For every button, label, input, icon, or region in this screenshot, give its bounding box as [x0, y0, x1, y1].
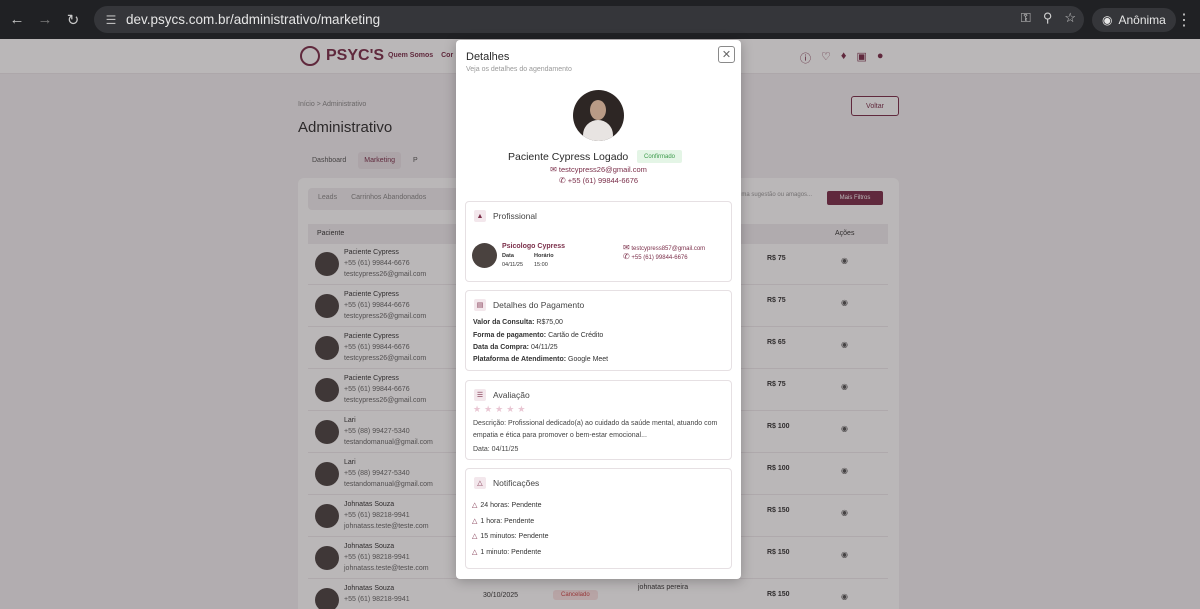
star-icon: ★ [506, 404, 515, 414]
payment-label: Data da Compra: [473, 344, 530, 351]
review-section: ☰ Avaliação ★ ★ ★ ★ ★ Descrição: Profiss… [465, 380, 732, 460]
receipt-icon: ▤ [474, 299, 486, 311]
browser-menu-icon[interactable]: ⋮ [1176, 10, 1192, 30]
professional-phone-text: +55 (61) 99844-6676 [631, 255, 688, 261]
payment-section: ▤ Detalhes do Pagamento Valor da Consult… [465, 290, 732, 371]
professional-avatar [472, 243, 497, 268]
close-icon[interactable]: ✕ [718, 46, 735, 63]
review-section-title: Avaliação [493, 390, 530, 400]
browser-toolbar: ← → ↻ ☰ dev.psycs.com.br/administrativo/… [0, 0, 1200, 39]
modal-title: Detalhes [466, 51, 510, 63]
time-label: Horário [534, 253, 554, 259]
address-url[interactable]: dev.psycs.com.br/administrativo/marketin… [126, 12, 380, 27]
professional-section: ▲ Profissional Psicologo Cypress Data Ho… [465, 201, 732, 282]
bell-icon: △ [472, 533, 478, 540]
bell-icon: △ [472, 518, 478, 525]
mail-icon: ✉ [623, 243, 630, 252]
notifications-section: △ Notificações △ 24 horas: Pendente △ 1 … [465, 468, 732, 569]
bell-icon: △ [474, 477, 486, 489]
professional-phone: ✆ +55 (61) 99844-6676 [623, 252, 688, 261]
phone-icon: ✆ [623, 252, 630, 261]
payment-line: Valor da Consulta: R$75,00 [473, 319, 563, 326]
star-icon: ★ [473, 404, 482, 414]
payment-label: Plataforma de Atendimento: [473, 356, 567, 363]
notifications-section-title: Notificações [493, 478, 540, 488]
reload-icon[interactable]: ↻ [62, 9, 84, 31]
payment-label: Forma de pagamento: [473, 332, 547, 339]
star-rating: ★ ★ ★ ★ ★ [473, 404, 525, 415]
review-description: Descrição: Profissional dedicado(a) ao c… [473, 420, 718, 439]
professional-email: ✉ testcypress857@gmail.com [623, 243, 705, 252]
incognito-icon: ◉ [1102, 13, 1113, 27]
status-badge: Confirmado [637, 150, 683, 163]
notification-text: 15 minutos: Pendente [480, 532, 549, 540]
notification-text: 1 minuto: Pendente [480, 548, 542, 556]
professional-section-title: Profissional [493, 211, 537, 221]
notification-text: 24 horas: Pendente [480, 501, 542, 509]
patient-email: ✉ testcypress26@gmail.com [456, 165, 741, 174]
bell-icon: △ [472, 502, 478, 509]
appointment-date: 04/11/25 [502, 262, 524, 268]
appointment-time: 15:00 [534, 262, 548, 268]
address-bar[interactable]: ☰ dev.psycs.com.br/administrativo/market… [94, 6, 1084, 33]
star-icon: ★ [484, 404, 493, 414]
payment-line: Forma de pagamento: Cartão de Crédito [473, 332, 603, 339]
incognito-badge[interactable]: ◉ Anônima [1092, 8, 1176, 32]
payment-line: Data da Compra: 04/11/25 [473, 344, 558, 351]
rating-icon: ☰ [474, 389, 486, 401]
star-icon: ★ [495, 404, 504, 414]
star-icon: ★ [517, 404, 526, 414]
payment-line: Plataforma de Atendimento: Google Meet [473, 356, 608, 363]
payment-label: Valor da Consulta: [473, 319, 535, 326]
notification-item: △ 15 minutos: Pendente [472, 532, 549, 541]
patient-name: Paciente Cypress Logado [508, 151, 629, 163]
professional-name: Psicologo Cypress [502, 243, 566, 250]
mail-icon: ✉ [550, 165, 557, 174]
payment-value: 04/11/25 [530, 344, 558, 351]
notification-item: △ 1 minuto: Pendente [472, 548, 542, 557]
notification-item: △ 24 horas: Pendente [472, 501, 542, 510]
back-arrow-icon[interactable]: ← [6, 9, 28, 31]
bookmark-star-icon[interactable]: ☆ [1064, 10, 1076, 26]
notification-text: 1 hora: Pendente [480, 517, 535, 525]
zoom-icon[interactable]: ⚲ [1043, 10, 1053, 26]
payment-value: Google Meet [568, 356, 609, 363]
site-settings-icon[interactable]: ☰ [98, 13, 124, 27]
forward-arrow-icon[interactable]: → [34, 9, 56, 31]
incognito-label: Anônima [1118, 13, 1166, 27]
modal-subtitle: Veja os detalhes do agendamento [466, 66, 572, 73]
key-icon[interactable]: ⚿ [1021, 10, 1031, 26]
briefcase-icon: ▲ [474, 210, 486, 222]
payment-value: R$75,00 [536, 319, 563, 326]
date-label: Data [502, 253, 514, 259]
review-date: Data: 04/11/25 [473, 446, 519, 453]
bell-icon: △ [472, 549, 478, 556]
payment-value: Cartão de Crédito [548, 332, 604, 339]
patient-email-text: testcypress26@gmail.com [558, 165, 647, 174]
patient-phone-text: +55 (61) 99844-6676 [567, 176, 639, 185]
payment-section-title: Detalhes do Pagamento [493, 300, 585, 310]
patient-phone: ✆ +55 (61) 99844-6676 [456, 176, 741, 185]
phone-icon: ✆ [558, 176, 566, 185]
notification-item: △ 1 hora: Pendente [472, 517, 535, 526]
details-modal: Detalhes Veja os detalhes do agendamento… [456, 40, 741, 579]
patient-avatar [573, 90, 624, 141]
